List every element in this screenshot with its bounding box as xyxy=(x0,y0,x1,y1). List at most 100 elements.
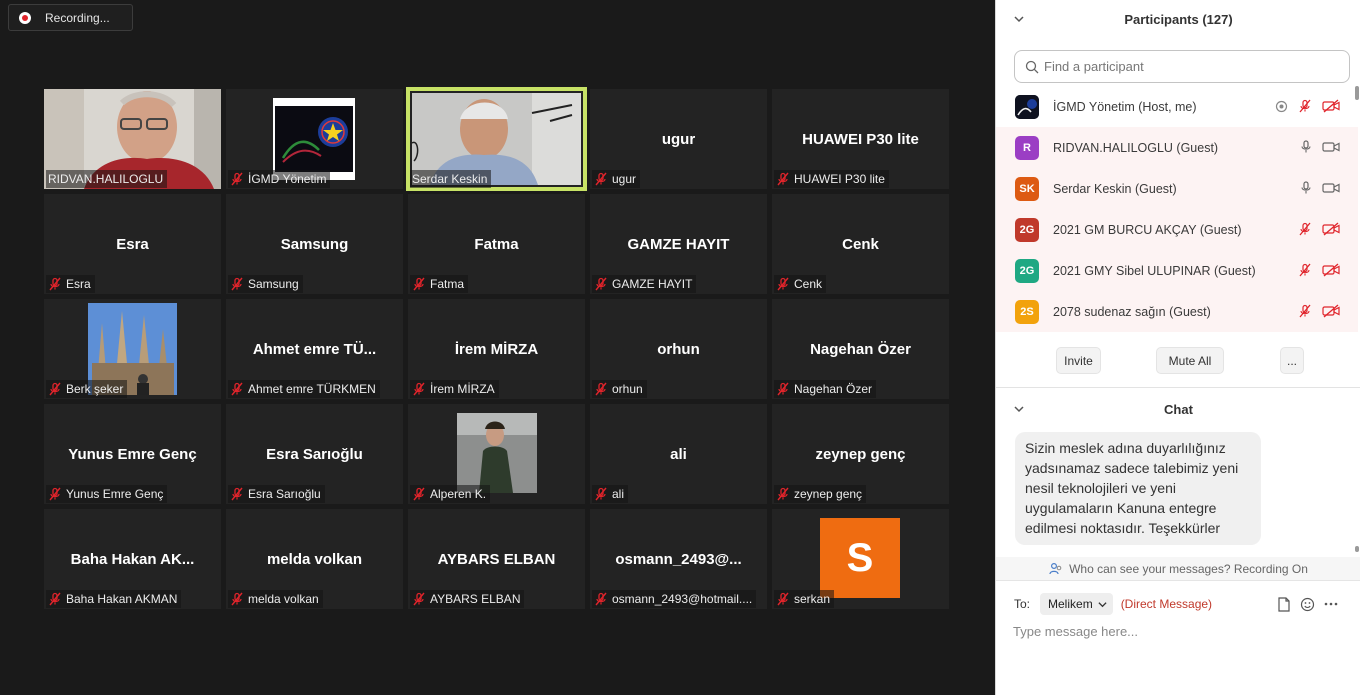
chat-message-input[interactable]: Type message here... xyxy=(1013,624,1343,642)
mic-muted-icon[interactable] xyxy=(1298,222,1312,236)
participant-tile[interactable]: Esra Sarıoğlu Esra Sarıoğlu xyxy=(226,404,403,504)
participant-name: İGMD Yönetim (Host, me) xyxy=(1053,99,1197,114)
recording-indicator[interactable]: Recording... xyxy=(8,4,133,31)
recipient-select[interactable]: Melikem xyxy=(1040,593,1113,615)
panel-divider xyxy=(996,387,1360,388)
participant-tile[interactable]: Berk şeker xyxy=(44,299,221,399)
participant-row[interactable]: İGMD Yönetim (Host, me) xyxy=(996,86,1358,127)
chat-recipient-row: To: Melikem (Direct Message) xyxy=(1014,593,1354,615)
participant-tile[interactable]: Baha Hakan AK... Baha Hakan AKMAN xyxy=(44,509,221,609)
participant-tile[interactable]: ugur ugur xyxy=(590,89,767,189)
participant-tile[interactable]: GAMZE HAYIT GAMZE HAYIT xyxy=(590,194,767,294)
participant-row[interactable]: 2G 2021 GM BURCU AKÇAY (Guest) xyxy=(996,209,1358,250)
tile-label: Esra Sarıoğlu xyxy=(228,485,325,503)
tile-label-text: ali xyxy=(612,487,625,501)
avatar: S xyxy=(820,518,900,598)
mic-muted-icon xyxy=(595,172,607,186)
chat-scrollbar[interactable] xyxy=(1354,428,1360,554)
participant-list-scrollbar[interactable] xyxy=(1354,84,1360,332)
participant-tile[interactable]: Yunus Emre Genç Yunus Emre Genç xyxy=(44,404,221,504)
participant-tile[interactable]: HUAWEI P30 lite HUAWEI P30 lite xyxy=(772,89,949,189)
tile-label: İGMD Yönetim xyxy=(228,170,331,188)
participant-row[interactable]: SK Serdar Keskin (Guest) xyxy=(996,168,1358,209)
participant-actions: Invite Mute All ... xyxy=(996,347,1360,375)
mic-icon[interactable] xyxy=(1300,181,1312,195)
video-off-icon[interactable] xyxy=(1322,99,1340,113)
participant-tile[interactable]: ali ali xyxy=(590,404,767,504)
tile-label-text: Baha Hakan AKMAN xyxy=(66,592,178,606)
video-gallery: Recording... RIDVAN.HALILOGLU İGMD Yöneti… xyxy=(0,0,995,695)
participant-tile[interactable]: RIDVAN.HALILOGLU xyxy=(44,89,221,189)
tile-label: ali xyxy=(592,485,629,503)
chat-privacy-note[interactable]: Who can see your messages? Recording On xyxy=(996,557,1360,581)
participant-tile[interactable]: İrem MİRZA İrem MİRZA xyxy=(408,299,585,399)
direct-message-label: (Direct Message) xyxy=(1120,597,1213,611)
chevron-down-icon[interactable] xyxy=(1014,14,1024,24)
mic-muted-icon[interactable] xyxy=(1298,99,1312,113)
participant-search-input[interactable]: Find a participant xyxy=(1014,50,1350,83)
chat-header: Chat xyxy=(996,391,1360,427)
participant-tile[interactable]: orhun orhun xyxy=(590,299,767,399)
mic-muted-icon[interactable] xyxy=(1298,263,1312,277)
video-camera-icon[interactable] xyxy=(1322,182,1340,194)
video-off-icon[interactable] xyxy=(1322,222,1340,236)
participant-tile[interactable]: Fatma Fatma xyxy=(408,194,585,294)
mute-all-button[interactable]: Mute All xyxy=(1156,347,1224,374)
mic-muted-icon xyxy=(595,487,607,501)
mic-muted-icon xyxy=(49,592,61,606)
tile-label-text: Esra Sarıoğlu xyxy=(248,487,321,501)
tile-label: HUAWEI P30 lite xyxy=(774,170,889,188)
video-off-icon[interactable] xyxy=(1322,304,1340,318)
participant-tile[interactable]: Alperen K. xyxy=(408,404,585,504)
emoji-icon[interactable] xyxy=(1300,597,1315,612)
tile-label-text: Yunus Emre Genç xyxy=(66,487,164,501)
tile-label: melda volkan xyxy=(228,590,323,608)
participant-row[interactable]: 2S 2078 sudenaz sağın (Guest) xyxy=(996,291,1358,332)
participant-tile[interactable]: Samsung Samsung xyxy=(226,194,403,294)
participant-tile[interactable]: zeynep genç zeynep genç xyxy=(772,404,949,504)
recording-status-icon xyxy=(1275,100,1288,112)
chevron-down-icon[interactable] xyxy=(1014,404,1024,414)
participant-tile[interactable]: Sserkan xyxy=(772,509,949,609)
tile-name: AYBARS ELBAN xyxy=(437,551,556,568)
invite-button[interactable]: Invite xyxy=(1056,347,1101,374)
chevron-down-icon xyxy=(1098,601,1107,607)
participant-tile[interactable]: Esra Esra xyxy=(44,194,221,294)
tile-name: ali xyxy=(670,446,687,463)
participant-tile[interactable]: Serdar Keskin xyxy=(408,89,585,189)
participant-tile[interactable]: melda volkan melda volkan xyxy=(226,509,403,609)
tile-label-text: Cenk xyxy=(794,277,823,291)
mic-muted-icon xyxy=(595,592,607,606)
tile-label-text: Ahmet emre TÜRKMEN xyxy=(248,382,376,396)
participant-tile[interactable]: AYBARS ELBAN AYBARS ELBAN xyxy=(408,509,585,609)
participant-row[interactable]: R RIDVAN.HALILOGLU (Guest) xyxy=(996,127,1358,168)
more-options-button[interactable]: ... xyxy=(1280,347,1304,374)
tile-label-text: İGMD Yönetim xyxy=(248,172,327,186)
participant-tile[interactable]: osmann_2493@... osmann_2493@hotmail.... xyxy=(590,509,767,609)
participant-tile[interactable]: İGMD Yönetim xyxy=(226,89,403,189)
avatar: SK xyxy=(1015,176,1039,201)
video-off-icon[interactable] xyxy=(1322,263,1340,277)
tile-label: serkan xyxy=(774,590,835,608)
mic-muted-icon[interactable] xyxy=(1298,304,1312,318)
participant-row[interactable]: 2G 2021 GMY Sibel ULUPINAR (Guest) xyxy=(996,250,1358,291)
people-icon xyxy=(1049,562,1062,574)
mic-icon[interactable] xyxy=(1300,140,1312,154)
mic-muted-icon xyxy=(413,487,425,501)
mic-muted-icon xyxy=(777,382,789,396)
file-icon[interactable] xyxy=(1277,596,1291,612)
tile-name: Nagehan Özer xyxy=(810,341,911,358)
mic-muted-icon xyxy=(231,487,243,501)
tile-name: Baha Hakan AK... xyxy=(70,551,195,568)
participant-tile[interactable]: Nagehan Özer Nagehan Özer xyxy=(772,299,949,399)
mic-muted-icon xyxy=(413,277,425,291)
tile-label: GAMZE HAYIT xyxy=(592,275,697,293)
tile-name: HUAWEI P30 lite xyxy=(802,131,919,148)
video-camera-icon[interactable] xyxy=(1322,141,1340,153)
participant-tile[interactable]: Ahmet emre TÜ... Ahmet emre TÜRKMEN xyxy=(226,299,403,399)
mic-muted-icon xyxy=(413,382,425,396)
participant-tile[interactable]: Cenk Cenk xyxy=(772,194,949,294)
more-dots-icon[interactable] xyxy=(1324,602,1338,606)
participant-name: RIDVAN.HALILOGLU (Guest) xyxy=(1053,140,1219,155)
chat-messages: Sizin meslek adına duyarlılığınız yadsın… xyxy=(996,428,1358,555)
